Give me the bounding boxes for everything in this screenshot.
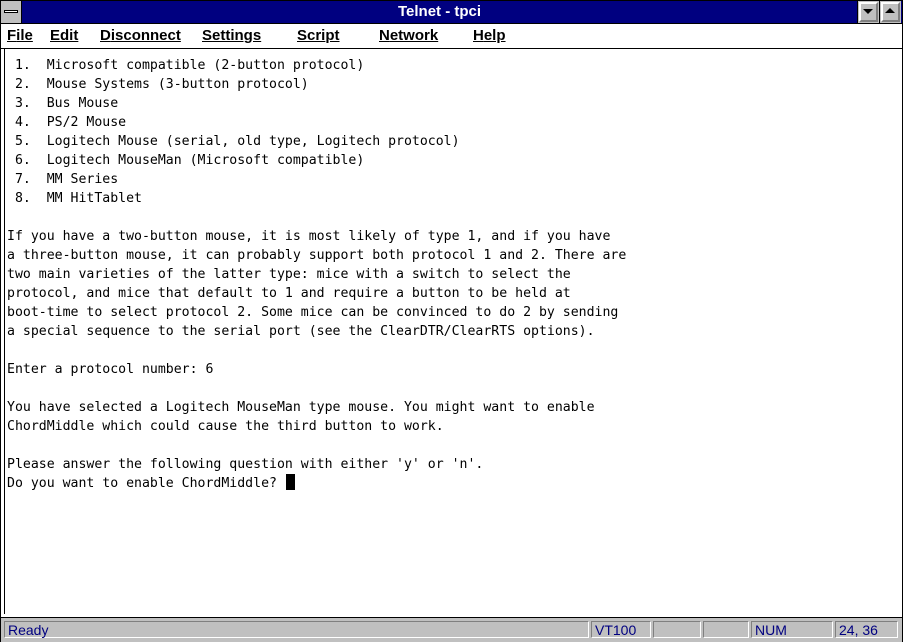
terminal-type-indicator: VT100 — [591, 621, 651, 638]
terminal-line: 8. MM HitTablet — [7, 191, 142, 206]
terminal-prompt-line: Do you want to enable ChordMiddle? — [7, 474, 295, 493]
terminal-prompt: Do you want to enable ChordMiddle? — [7, 476, 285, 491]
text-cursor — [285, 474, 295, 490]
terminal-line: protocol, and mice that default to 1 and… — [7, 286, 571, 301]
telnet-window: Telnet - tpci File Edit Disconnect Setti… — [0, 0, 903, 642]
menu-disconnect[interactable]: Disconnect — [100, 24, 181, 48]
terminal-line: Please answer the following question wit… — [7, 457, 484, 472]
menu-script[interactable]: Script — [297, 24, 340, 48]
terminal-line: Enter a protocol number: 6 — [7, 362, 214, 377]
menu-bar: File Edit Disconnect Settings Script Net… — [1, 24, 902, 49]
terminal-left-border — [1, 49, 5, 614]
terminal-line: 4. PS/2 Mouse — [7, 115, 127, 130]
status-message: Ready — [4, 621, 589, 638]
num-lock-indicator: NUM — [751, 621, 833, 638]
title-bar[interactable]: Telnet - tpci — [1, 1, 902, 24]
cursor-position-indicator: 24, 36 — [835, 621, 898, 638]
terminal-line: a special sequence to the serial port (s… — [7, 324, 595, 339]
menu-file[interactable]: File — [7, 24, 33, 48]
minimize-arrow-icon — [863, 9, 873, 14]
system-menu-icon — [4, 10, 18, 13]
status-blank-panel-2 — [703, 621, 749, 638]
terminal-line: boot-time to select protocol 2. Some mic… — [7, 305, 619, 320]
system-menu-button[interactable] — [1, 1, 22, 23]
terminal-line: 1. Microsoft compatible (2-button protoc… — [7, 58, 365, 73]
status-bar: Ready VT100 NUM 24, 36 — [1, 617, 902, 642]
terminal-line: 6. Logitech MouseMan (Microsoft compatib… — [7, 153, 365, 168]
maximize-arrow-icon — [885, 8, 895, 13]
maximize-button[interactable] — [879, 1, 901, 23]
menu-help[interactable]: Help — [473, 24, 506, 48]
menu-settings[interactable]: Settings — [202, 24, 261, 48]
terminal-line: 3. Bus Mouse — [7, 96, 119, 111]
menu-network[interactable]: Network — [379, 24, 438, 48]
terminal-screen[interactable]: 1. Microsoft compatible (2-button protoc… — [7, 56, 897, 616]
terminal-line: If you have a two-button mouse, it is mo… — [7, 229, 611, 244]
minimize-button[interactable] — [857, 1, 879, 23]
terminal-line: 5. Logitech Mouse (serial, old type, Log… — [7, 134, 460, 149]
terminal-line: 7. MM Series — [7, 172, 119, 187]
terminal-line: a three-button mouse, it can probably su… — [7, 248, 627, 263]
terminal-line: ChordMiddle which could cause the third … — [7, 419, 444, 434]
terminal-line: You have selected a Logitech MouseMan ty… — [7, 400, 595, 415]
terminal-line: 2. Mouse Systems (3-button protocol) — [7, 77, 309, 92]
menu-edit[interactable]: Edit — [50, 24, 78, 48]
window-title: Telnet - tpci — [397, 3, 482, 20]
status-blank-panel — [653, 621, 701, 638]
terminal-line: two main varieties of the latter type: m… — [7, 267, 571, 282]
